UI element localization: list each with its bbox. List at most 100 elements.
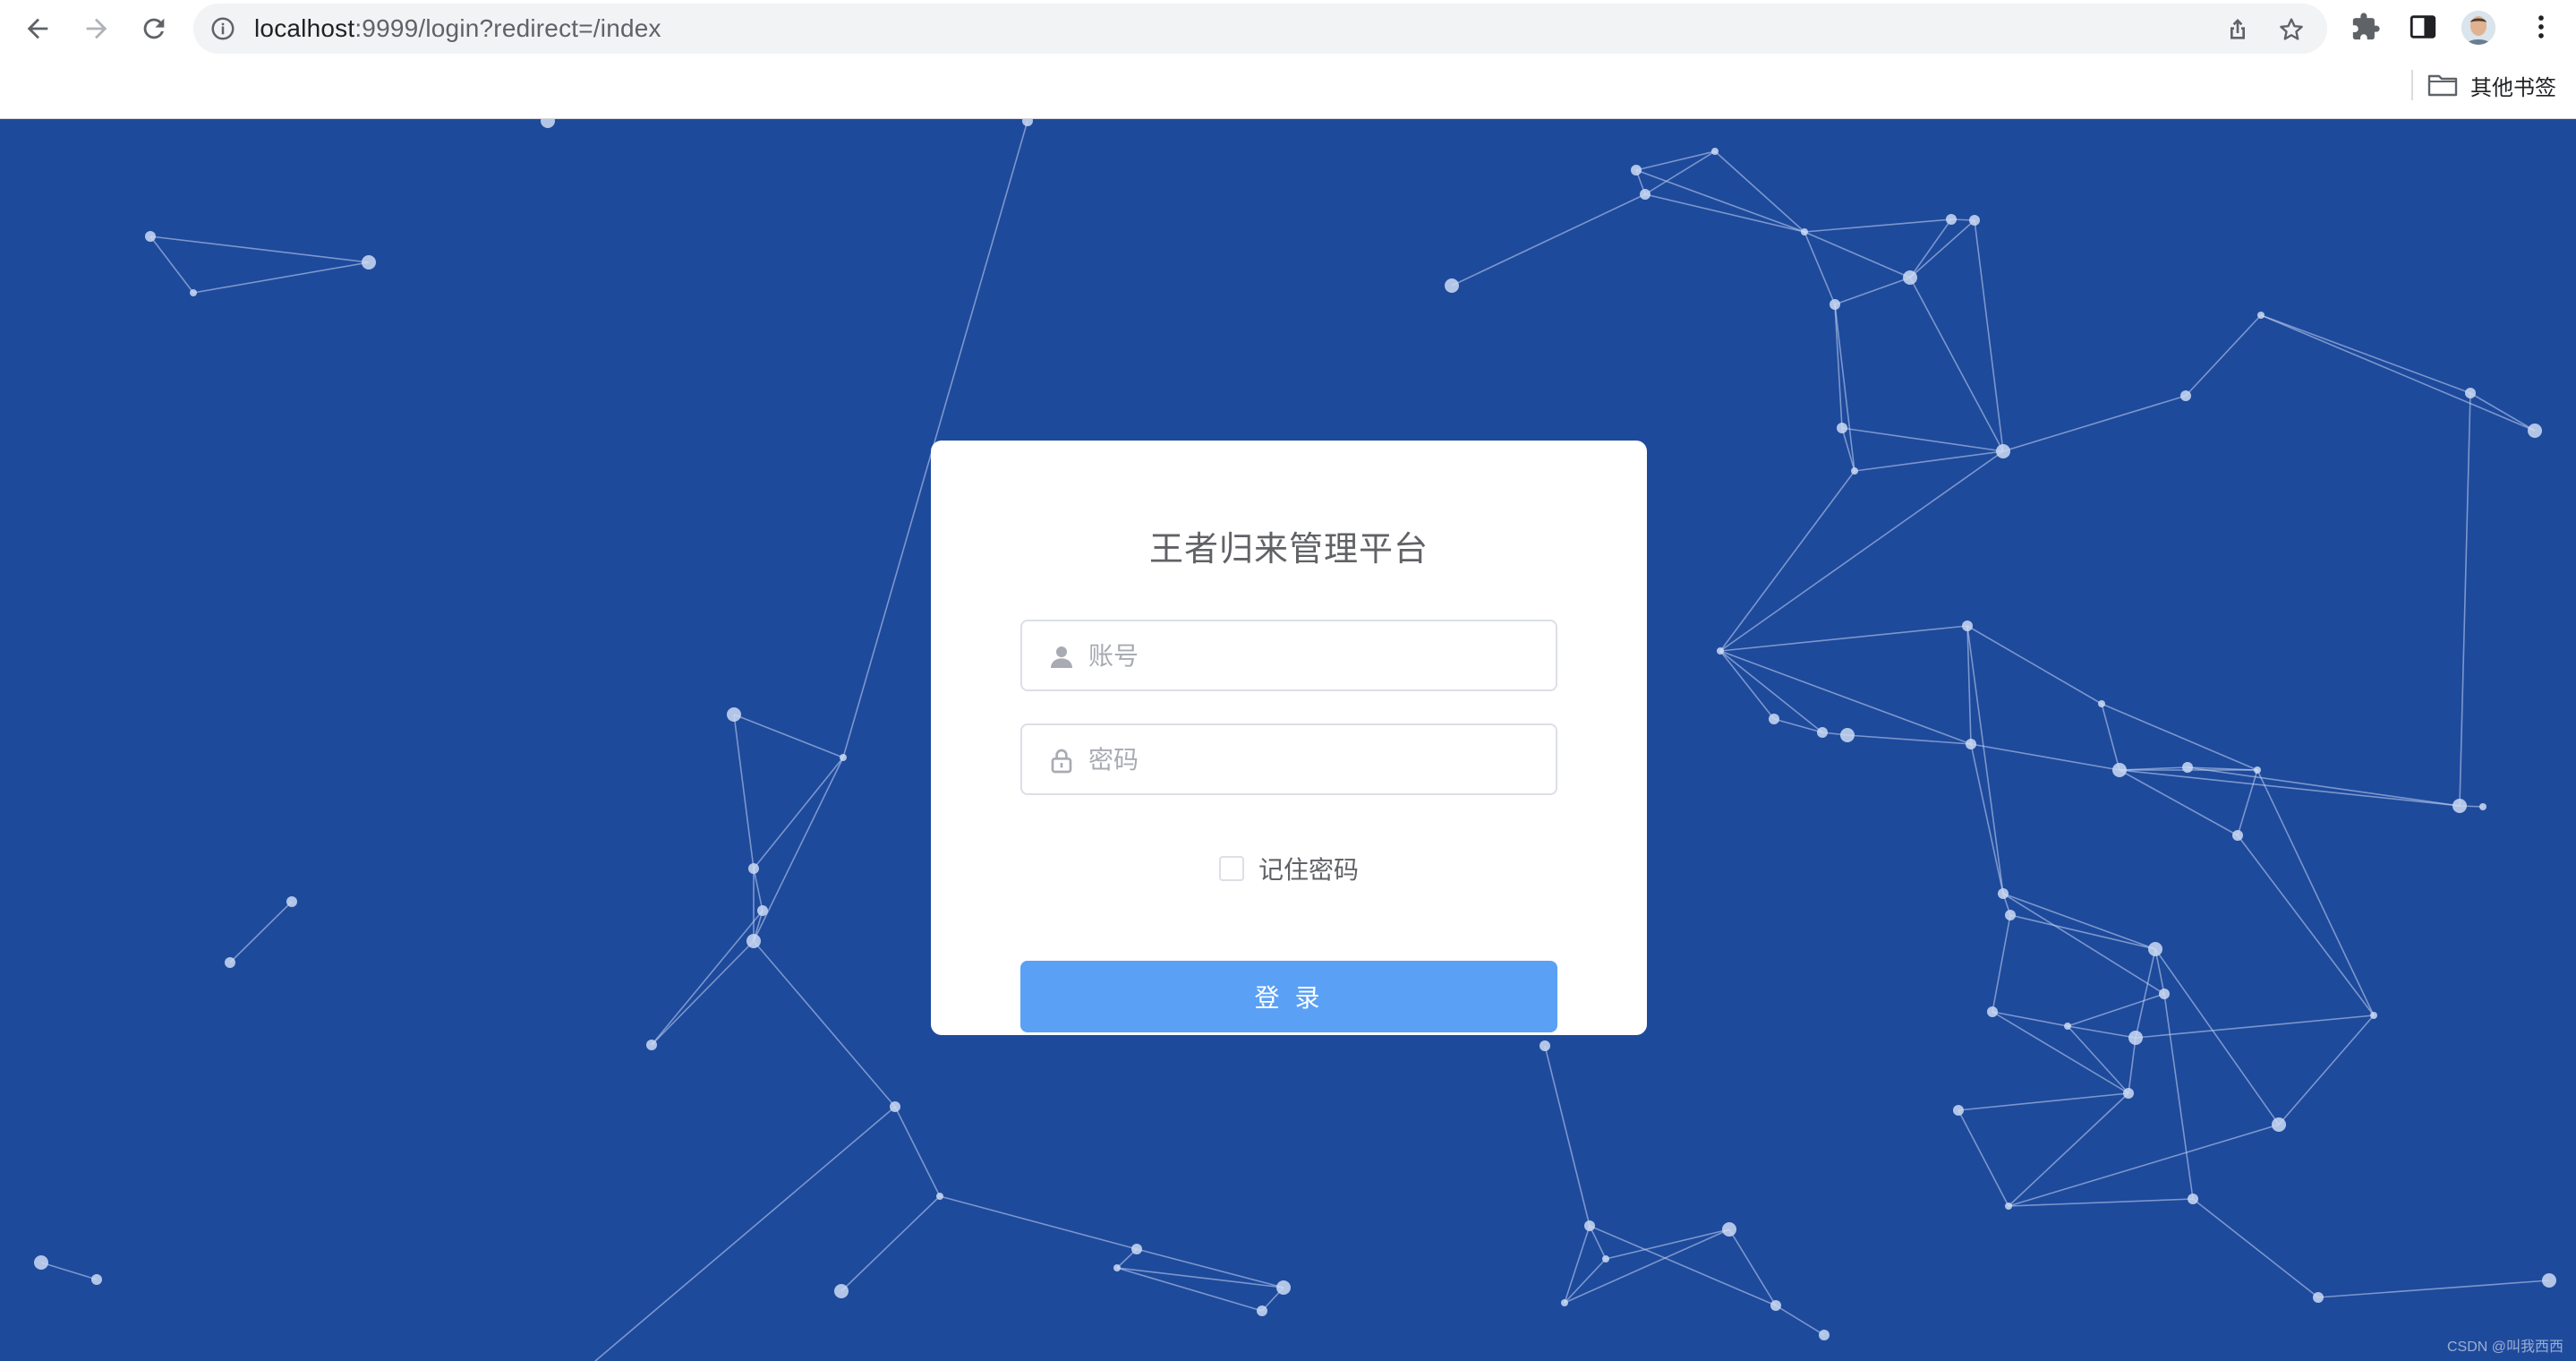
network-link [2002, 395, 2187, 452]
puzzle-icon[interactable] [2350, 12, 2381, 42]
network-link [1116, 1267, 1284, 1288]
network-link [2008, 1092, 2129, 1207]
network-link [593, 1106, 896, 1361]
network-link [149, 235, 370, 263]
network-node [1953, 1105, 1964, 1116]
network-link [1714, 150, 1805, 233]
reload-icon [143, 18, 165, 39]
network-link [2135, 948, 2156, 1039]
remember-label[interactable]: 记住密码 [1258, 851, 1359, 886]
network-node [757, 905, 768, 916]
reload-button[interactable] [132, 7, 175, 50]
login-button[interactable]: 登 录 [1020, 961, 1557, 1032]
network-link [2128, 1037, 2137, 1094]
network-node [1640, 189, 1651, 200]
network-link [840, 1195, 941, 1292]
network-link [1958, 1109, 2009, 1207]
password-input[interactable] [1087, 725, 1543, 793]
network-node [1540, 1040, 1550, 1051]
network-node [840, 754, 847, 761]
network-link [1854, 450, 2004, 472]
user-icon [1051, 646, 1072, 668]
network-node [1711, 148, 1719, 155]
network-link [2119, 769, 2239, 836]
username-field[interactable] [1020, 620, 1557, 691]
network-node [1113, 1264, 1121, 1271]
network-link [2192, 1198, 2319, 1298]
network-node [1602, 1255, 1609, 1263]
network-link [2260, 314, 2471, 394]
bookmark-separator [2411, 70, 2413, 100]
network-node [1966, 739, 1976, 749]
network-link [2008, 1124, 2280, 1207]
network-node [1946, 214, 1957, 225]
network-node [2232, 830, 2243, 841]
arrow-left-icon [27, 18, 48, 39]
network-link [2256, 769, 2375, 1016]
network-node [190, 289, 197, 296]
network-link [2119, 769, 2461, 807]
network-node [727, 707, 741, 722]
network-node [1851, 467, 1858, 475]
network-node [286, 896, 297, 907]
network-link [939, 1195, 1138, 1250]
url-text: localhost:9999/login?redirect=/index [254, 4, 661, 54]
network-link [1116, 1267, 1263, 1312]
network-link [753, 868, 763, 912]
network-node [1969, 215, 1980, 226]
network-link [651, 910, 763, 1046]
network-link [1564, 1225, 1591, 1304]
network-link [2459, 392, 2471, 807]
network-link [2101, 703, 2120, 771]
network-node [834, 1284, 849, 1298]
network-node [2123, 1088, 2134, 1099]
info-icon[interactable] [209, 15, 236, 42]
login-page: 王者归来管理平台 记住密码 登 录 CSDN @叫我西西 [0, 119, 2576, 1361]
network-node [1257, 1305, 1267, 1316]
network-node [1561, 1299, 1568, 1306]
network-node [362, 255, 376, 270]
network-node [1131, 1244, 1142, 1254]
password-field[interactable] [1020, 723, 1557, 795]
kebab-menu-icon[interactable] [2526, 12, 2556, 42]
network-node [1840, 728, 1855, 742]
star-icon[interactable] [2277, 15, 2306, 44]
network-link [1834, 304, 1855, 472]
remember-password[interactable]: 记住密码 [931, 851, 1647, 886]
browser-toolbar: localhost:9999/login?redirect=/index 其他书… [0, 0, 2576, 119]
network-node [1717, 647, 1724, 655]
network-link [149, 235, 194, 294]
address-bar[interactable]: localhost:9999/login?redirect=/index [193, 4, 2327, 54]
network-node [2528, 424, 2542, 438]
share-icon[interactable] [2223, 15, 2252, 44]
network-node [2159, 989, 2170, 999]
network-node [1584, 1220, 1595, 1231]
side-panel-icon[interactable] [2408, 12, 2438, 42]
back-button[interactable] [16, 7, 59, 50]
network-link [2185, 314, 2262, 397]
network-node [1817, 727, 1828, 738]
remember-checkbox[interactable] [1218, 856, 1244, 881]
url-path: :9999/login?redirect=/index [354, 14, 661, 42]
network-node [1631, 165, 1642, 175]
network-node [225, 957, 235, 968]
network-node [1722, 1222, 1736, 1237]
network-link [2101, 703, 2258, 771]
lock-icon [1051, 749, 1072, 774]
other-bookmarks[interactable]: 其他书签 [2427, 64, 2556, 106]
network-link [1644, 193, 1805, 233]
username-input[interactable] [1087, 621, 1543, 689]
network-link [1564, 1258, 1607, 1304]
network-link [1719, 470, 1855, 652]
network-node [1998, 888, 2009, 899]
network-link [1834, 304, 1843, 429]
network-link [1775, 1305, 1825, 1336]
network-link [1719, 450, 2004, 652]
network-link [651, 940, 755, 1046]
network-link [1909, 219, 1975, 278]
network-link [1804, 218, 1952, 233]
network-link [1909, 218, 1952, 278]
forward-button[interactable] [75, 7, 118, 50]
avatar[interactable] [2461, 11, 2495, 45]
network-link [1451, 193, 1646, 287]
